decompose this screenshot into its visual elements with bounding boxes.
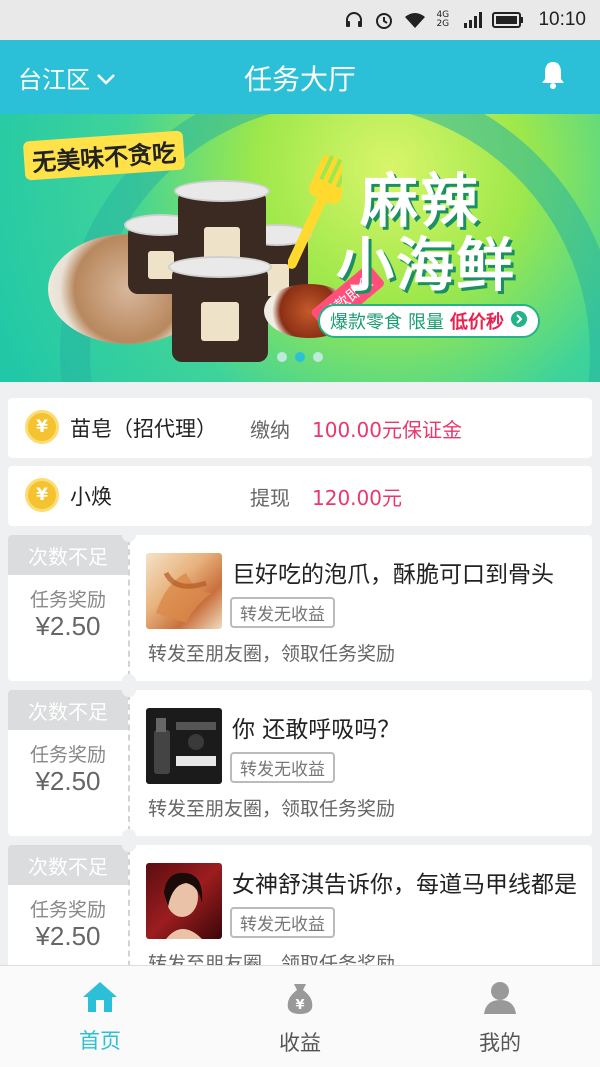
task-description: 转发至朋友圈，领取任务奖励 — [148, 643, 396, 665]
nav-home-label: 首页 — [79, 1029, 121, 1053]
battery-icon — [492, 12, 524, 28]
headset-icon — [344, 10, 364, 30]
task-reward-panel: 次数不足 任务奖励 ¥2.50 — [8, 535, 128, 681]
network-label: 4G 2G — [436, 10, 450, 29]
ticket-notch — [122, 683, 136, 697]
yuan-coin-icon: ¥ — [25, 410, 59, 444]
carousel-dot[interactable] — [277, 352, 287, 362]
nav-profile-label: 我的 — [479, 1031, 521, 1055]
task-tag: 转发无收益 — [230, 597, 335, 628]
promo-pill: 爆款零食 限量 低价秒 — [318, 304, 540, 338]
promo-text-1: 爆款零食 — [330, 312, 402, 333]
signal-icon — [464, 12, 483, 28]
reward-value: ¥2.50 — [35, 766, 101, 796]
task-title: 女神舒淇告诉你，每道马甲线都是 — [232, 872, 577, 898]
notice-amount: 120.00元 — [312, 486, 402, 510]
task-title: 巨好吃的泡爪，酥脆可口到骨头 — [232, 562, 554, 588]
task-reward-panel: 次数不足 任务奖励 ¥2.50 — [8, 690, 128, 836]
task-tag: 转发无收益 — [230, 907, 335, 938]
yuan-coin-icon: ¥ — [25, 478, 59, 512]
promo-banner[interactable]: 无美味不贪吃 爆款即食 麻辣 小海鲜 爆款零食 限量 低价秒 — [0, 114, 600, 382]
nav-earnings[interactable]: ¥ 收益 — [200, 966, 400, 1067]
reward-label: 任务奖励 — [29, 744, 106, 766]
notice-row: ¥ 小焕 提现 120.00元 — [8, 466, 592, 526]
notice-user: 小焕 — [70, 485, 112, 509]
clock: 10:10 — [538, 9, 586, 30]
ticket-notch — [122, 528, 136, 542]
reward-label: 任务奖励 — [29, 589, 106, 611]
task-thumbnail — [146, 553, 222, 629]
fork-icon — [286, 154, 354, 278]
dashed-divider — [128, 694, 130, 832]
promo-text-3: 低价秒 — [450, 312, 504, 333]
svg-text:¥: ¥ — [295, 998, 304, 1013]
banner-title-line2: 小海鲜 — [336, 231, 517, 299]
home-icon — [81, 980, 119, 1019]
nav-profile[interactable]: 我的 — [400, 966, 600, 1067]
alarm-icon — [374, 10, 394, 30]
bottom-nav: 首页 ¥ 收益 我的 — [0, 965, 600, 1067]
task-card[interactable]: 次数不足 任务奖励 ¥2.50 你 还敢呼吸吗？ 转发无收益 转发至朋友圈，领取… — [8, 683, 592, 843]
task-description: 转发至朋友圈，领取任务奖励 — [148, 798, 396, 820]
wifi-icon — [404, 11, 426, 29]
reward-value: ¥2.50 — [35, 921, 101, 951]
notice-row: ¥ 苗皂（招代理） 缴纳 100.00元保证金 — [8, 398, 592, 458]
app-header: 台江区 任务大厅 — [0, 40, 600, 114]
promo-text-2: 限量 — [408, 312, 444, 333]
nav-earnings-label: 收益 — [279, 1031, 321, 1055]
notice-action: 提现 — [250, 486, 290, 510]
bell-icon[interactable] — [540, 60, 566, 94]
task-status-badge: 次数不足 — [8, 535, 128, 575]
reward-label: 任务奖励 — [29, 899, 106, 921]
notice-action: 缴纳 — [250, 418, 290, 442]
dashed-divider — [128, 539, 130, 677]
status-bar: 4G 2G 10:10 — [0, 0, 600, 40]
chevron-right-icon — [510, 310, 528, 333]
task-title: 你 还敢呼吸吗？ — [232, 717, 401, 743]
task-status-badge: 次数不足 — [8, 690, 128, 730]
task-status-badge: 次数不足 — [8, 845, 128, 885]
user-icon — [482, 980, 518, 1021]
nav-home[interactable]: 首页 — [0, 966, 200, 1067]
money-bag-icon: ¥ — [282, 980, 318, 1021]
ticket-notch — [122, 838, 136, 852]
notice-user: 苗皂（招代理） — [70, 417, 217, 441]
task-card[interactable]: 次数不足 任务奖励 ¥2.50 巨好吃的泡爪，酥脆可口到骨头 转发无收益 转发至… — [8, 528, 592, 688]
reward-value: ¥2.50 — [35, 611, 101, 641]
carousel-dot[interactable] — [313, 352, 323, 362]
page-title: 任务大厅 — [243, 63, 356, 96]
product-can-image — [168, 256, 272, 362]
carousel-dots — [0, 352, 600, 362]
task-tag: 转发无收益 — [230, 752, 335, 783]
notice-amount: 100.00元保证金 — [312, 418, 462, 442]
task-thumbnail — [146, 708, 222, 784]
carousel-dot-active[interactable] — [295, 352, 305, 362]
task-thumbnail — [146, 863, 222, 939]
